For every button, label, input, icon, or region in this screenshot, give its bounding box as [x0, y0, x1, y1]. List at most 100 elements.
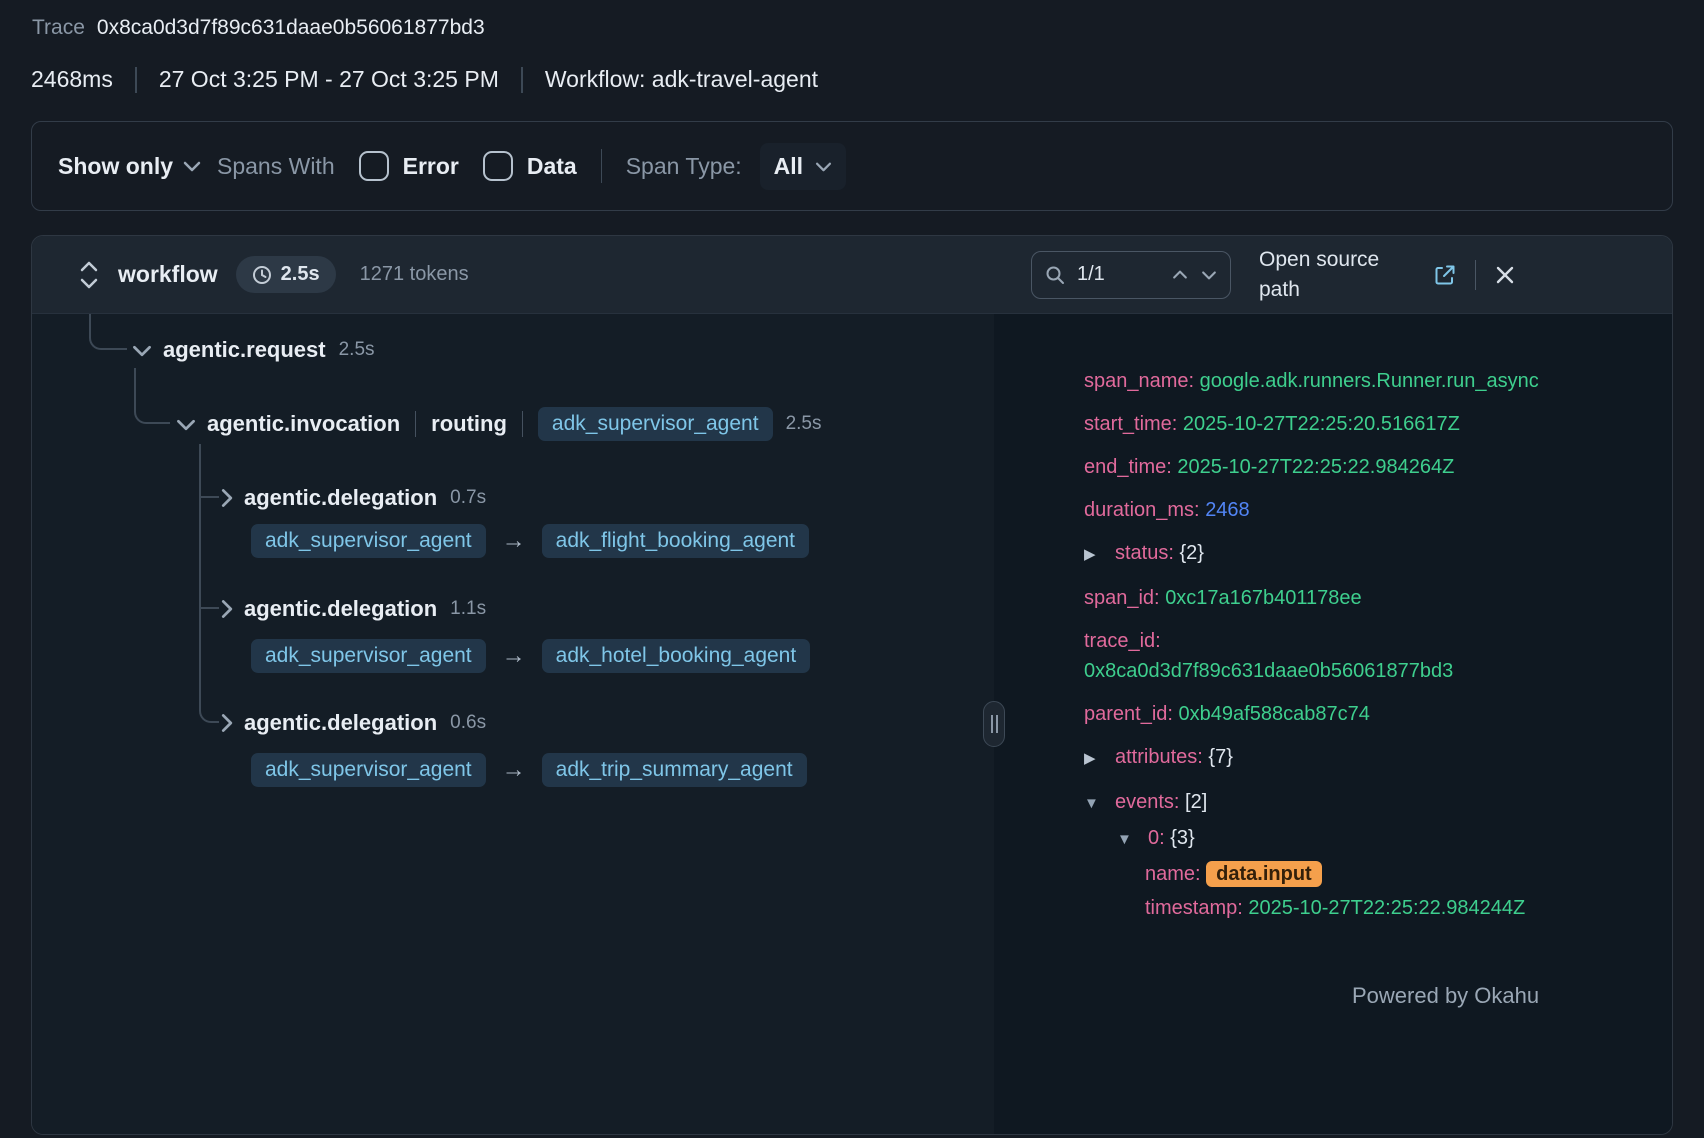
span-name[interactable]: agentic.invocation [207, 411, 400, 437]
detail-value: 0xb49af588cab87c74 [1179, 703, 1370, 725]
detail-key: trace_id: [1084, 630, 1161, 652]
chevron-down-icon[interactable] [1201, 270, 1217, 280]
agent-chip[interactable]: adk_supervisor_agent [538, 407, 773, 441]
filter-bar: Show only Spans With Error Data Span Typ… [31, 121, 1673, 211]
panel-header-actions: 1/1 Open source path [1031, 236, 1516, 313]
detail-status: ▶status: {2} [1084, 538, 1549, 570]
agent-chip[interactable]: adk_hotel_booking_agent [542, 639, 811, 673]
tree-row-agentic-delegation-1[interactable]: agentic.delegation 0.7s [220, 480, 486, 516]
detail-key: timestamp: [1145, 897, 1243, 919]
tree-row-agentic-delegation-2[interactable]: agentic.delegation 1.1s [220, 591, 486, 627]
tree-connector [199, 444, 201, 694]
tree-connector [199, 694, 219, 723]
divider [521, 67, 523, 93]
tree-connector [199, 595, 219, 609]
external-link-icon [1433, 263, 1457, 287]
tree-connector [134, 368, 170, 424]
detail-key: span_name: [1084, 370, 1194, 392]
detail-end-time: end_time: 2025-10-27T22:25:22.984264Z [1084, 452, 1549, 482]
expand-triangle-icon[interactable]: ▶ [1084, 540, 1115, 570]
detail-value: {2} [1179, 542, 1203, 564]
tree-row-agentic-request[interactable]: agentic.request 2.5s [132, 332, 375, 368]
detail-value: 2025-10-27T22:25:22.984264Z [1177, 456, 1454, 478]
open-source-path-link[interactable]: Open source path [1259, 245, 1457, 304]
spans-with-label: Spans With [217, 153, 335, 180]
data-checkbox[interactable] [483, 151, 513, 181]
agent-chip[interactable]: adk_supervisor_agent [251, 524, 486, 558]
span-route: routing [431, 411, 507, 437]
trace-label: Trace [32, 16, 85, 39]
delegation-agents-1: adk_supervisor_agent → adk_flight_bookin… [251, 522, 809, 560]
panel-body: agentic.request 2.5s agentic.invocation … [32, 314, 1672, 1134]
chevron-right-icon[interactable] [220, 713, 233, 733]
agent-chip[interactable]: adk_supervisor_agent [251, 639, 486, 673]
detail-event-0: ▼0: {3} [1117, 823, 1582, 855]
expand-triangle-icon[interactable]: ▶ [1084, 744, 1115, 774]
trace-date-range: 27 Oct 3:25 PM - 27 Oct 3:25 PM [159, 66, 499, 93]
detail-value: 2468 [1205, 499, 1250, 521]
agent-chip[interactable]: adk_flight_booking_agent [542, 524, 809, 558]
detail-event-name: name: data.input [1145, 859, 1610, 889]
detail-span-name: span_name: google.adk.runners.Runner.run… [1084, 366, 1549, 396]
open-source-path-label: Open source path [1259, 245, 1419, 304]
close-icon[interactable] [1494, 264, 1516, 286]
search-input[interactable]: 1/1 [1031, 251, 1231, 299]
span-duration: 0.6s [450, 712, 486, 734]
collapse-triangle-icon[interactable]: ▼ [1117, 825, 1148, 855]
workflow-name: Workflow: adk-travel-agent [545, 66, 818, 93]
detail-value: 2025-10-27T22:25:20.516617Z [1183, 413, 1460, 435]
data-label[interactable]: Data [527, 153, 577, 180]
show-only-label: Show only [58, 153, 173, 180]
detail-value: google.adk.runners.Runner.run_async [1200, 370, 1539, 392]
detail-value: [2] [1185, 791, 1207, 813]
show-only-dropdown[interactable]: Show only [58, 153, 201, 180]
span-type-label: Span Type: [626, 153, 742, 180]
collapse-triangle-icon[interactable]: ▼ [1084, 789, 1115, 819]
chevron-right-icon[interactable] [220, 488, 233, 508]
agent-chip[interactable]: adk_supervisor_agent [251, 753, 486, 787]
error-label[interactable]: Error [403, 153, 459, 180]
span-name[interactable]: agentic.request [163, 337, 326, 363]
chevron-up-icon[interactable] [1172, 270, 1188, 280]
chevron-down-icon[interactable] [176, 418, 196, 431]
span-name[interactable]: agentic.delegation [244, 485, 437, 511]
tree-row-agentic-invocation[interactable]: agentic.invocation routing adk_superviso… [176, 406, 821, 442]
pane-resize-handle[interactable] [983, 701, 1005, 747]
span-detail-pane: span_name: google.adk.runners.Runner.run… [994, 314, 1672, 1134]
detail-key: name: [1145, 863, 1201, 885]
trace-header: Trace 0x8ca0d3d7f89c631daae0b56061877bd3 [0, 0, 1704, 40]
duration-badge: 2.5s [236, 256, 336, 293]
detail-key: attributes: [1115, 746, 1203, 768]
detail-key: span_id: [1084, 587, 1160, 609]
span-duration: 2.5s [786, 413, 822, 435]
span-type-select[interactable]: All [760, 143, 846, 190]
chevron-right-icon[interactable] [220, 599, 233, 619]
detail-duration-ms: duration_ms: 2468 [1084, 495, 1549, 525]
detail-events: ▼events: [2] [1084, 787, 1549, 819]
trace-duration: 2468ms [31, 66, 113, 93]
error-checkbox[interactable] [359, 151, 389, 181]
detail-start-time: start_time: 2025-10-27T22:25:20.516617Z [1084, 409, 1549, 439]
span-name[interactable]: agentic.delegation [244, 596, 437, 622]
detail-key: duration_ms: [1084, 499, 1200, 521]
trace-id: 0x8ca0d3d7f89c631daae0b56061877bd3 [97, 16, 485, 39]
chevron-down-icon[interactable] [132, 344, 152, 357]
tree-row-agentic-delegation-3[interactable]: agentic.delegation 0.6s [220, 705, 486, 741]
trace-meta-row: 2468ms 27 Oct 3:25 PM - 27 Oct 3:25 PM W… [31, 66, 1704, 93]
agent-chip[interactable]: adk_trip_summary_agent [542, 753, 807, 787]
expand-collapse-icon[interactable] [78, 259, 100, 291]
span-duration: 0.7s [450, 487, 486, 509]
chevron-down-icon [815, 161, 832, 172]
detail-key: events: [1115, 791, 1179, 813]
span-name[interactable]: agentic.delegation [244, 710, 437, 736]
detail-key: parent_id: [1084, 703, 1173, 725]
token-count: 1271 tokens [360, 263, 469, 286]
detail-value: {3} [1170, 827, 1194, 849]
detail-value: 2025-10-27T22:25:22.984244Z [1248, 897, 1525, 919]
clock-icon [252, 265, 272, 285]
detail-value: 0x8ca0d3d7f89c631daae0b56061877bd3 [1084, 660, 1453, 682]
delegation-agents-3: adk_supervisor_agent → adk_trip_summary_… [251, 751, 807, 789]
detail-event-timestamp: timestamp: 2025-10-27T22:25:22.984244Z [1145, 893, 1610, 923]
detail-key: status: [1115, 542, 1174, 564]
detail-key: end_time: [1084, 456, 1172, 478]
